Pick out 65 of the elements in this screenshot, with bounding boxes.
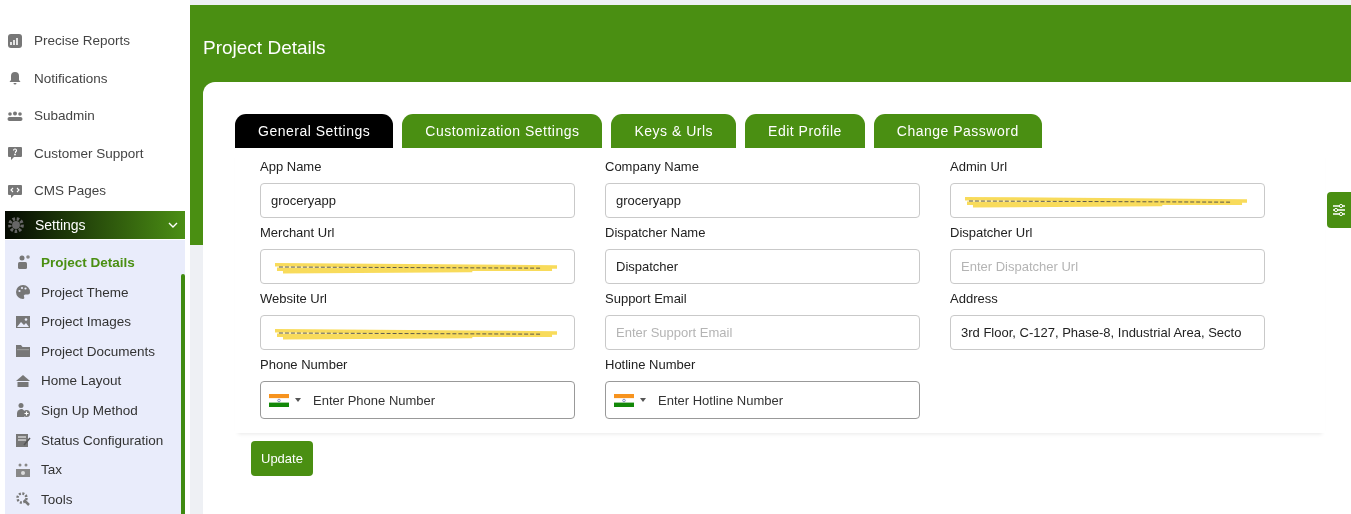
phone-field[interactable]: Enter Phone Number xyxy=(260,381,575,419)
flag-icon xyxy=(614,393,634,407)
field-label: Merchant Url xyxy=(260,225,336,240)
phone-input[interactable]: Enter Hotline Number xyxy=(658,392,907,408)
help-bubble-icon xyxy=(7,145,23,162)
sidebar-item[interactable]: Subadmin xyxy=(0,97,190,135)
input-field[interactable]: groceryapp xyxy=(605,183,920,218)
field-label: Admin Url xyxy=(950,159,1009,174)
tab[interactable]: Keys & Urls xyxy=(611,114,737,148)
sidebar-item[interactable]: Customer Support xyxy=(0,134,190,172)
input-field[interactable] xyxy=(260,315,575,350)
field-label: Phone Number xyxy=(260,357,349,372)
chart-icon xyxy=(7,32,23,49)
input-field[interactable]: 3rd Floor, C-127, Phase-8, Industrial Area, Secto xyxy=(950,315,1265,350)
caret-icon[interactable] xyxy=(295,398,301,402)
sidebar-item[interactable]: Notifications xyxy=(0,59,190,97)
field-label: Support Email xyxy=(605,291,688,306)
submenu-item[interactable]: Tools xyxy=(5,484,185,514)
code-bubble-icon xyxy=(7,182,23,199)
input-field[interactable]: Enter Support Email xyxy=(605,315,920,350)
user-icon xyxy=(15,254,31,271)
scrollbar-thumb[interactable] xyxy=(181,273,185,514)
bell-icon xyxy=(7,70,23,87)
submenu-item[interactable]: Project Theme xyxy=(5,277,185,307)
submenu-item[interactable]: Home Layout xyxy=(5,366,185,396)
input-field[interactable]: Dispatcher xyxy=(605,249,920,284)
tab[interactable]: General Settings xyxy=(235,114,394,148)
gear-icon xyxy=(7,215,25,234)
field-label: App Name xyxy=(260,159,323,174)
phone-field[interactable]: Enter Hotline Number xyxy=(605,381,920,419)
submenu-item[interactable]: Tax xyxy=(5,454,185,485)
image-icon xyxy=(15,313,31,330)
add-user-icon xyxy=(15,402,31,419)
sidebar-item[interactable]: CMS Pages xyxy=(0,172,190,210)
house-icon xyxy=(15,372,31,389)
field-label: Dispatcher Url xyxy=(950,225,1034,240)
cash-icon xyxy=(15,461,31,478)
input-field[interactable]: Enter Dispatcher Url xyxy=(950,249,1265,284)
page-title: Project Details xyxy=(203,37,327,59)
input-field[interactable] xyxy=(260,249,575,284)
field-label: Website Url xyxy=(260,291,328,306)
tab[interactable]: Change Password xyxy=(873,114,1042,148)
sliders-icon xyxy=(1331,202,1347,218)
filter-button[interactable] xyxy=(1327,192,1351,228)
input-field[interactable] xyxy=(950,183,1265,218)
folder-icon xyxy=(15,343,31,360)
submenu-item[interactable]: Status Configuration xyxy=(5,425,185,455)
field-label: Company Name xyxy=(605,159,700,174)
submenu-item[interactable]: Project Images xyxy=(5,306,185,337)
submenu-item[interactable]: Sign Up Method xyxy=(5,395,185,426)
document-icon xyxy=(15,432,31,448)
field-label: Address xyxy=(950,291,999,306)
submenu-item[interactable]: Project Documents xyxy=(5,336,185,367)
tab[interactable]: Edit Profile xyxy=(745,114,865,148)
palette-icon xyxy=(15,284,31,301)
caret-icon[interactable] xyxy=(640,398,646,402)
input-field[interactable]: groceryapp xyxy=(260,183,575,218)
field-label: Hotline Number xyxy=(605,357,697,372)
phone-input[interactable]: Enter Phone Number xyxy=(313,392,562,408)
tab[interactable]: Customization Settings xyxy=(402,114,603,148)
settings-menu-item[interactable]: Settings xyxy=(5,210,185,239)
field-label: Dispatcher Name xyxy=(605,225,707,240)
update-button[interactable]: Update xyxy=(251,441,313,476)
sidebar-item[interactable]: Precise Reports xyxy=(0,22,190,60)
flag-icon xyxy=(269,393,289,407)
